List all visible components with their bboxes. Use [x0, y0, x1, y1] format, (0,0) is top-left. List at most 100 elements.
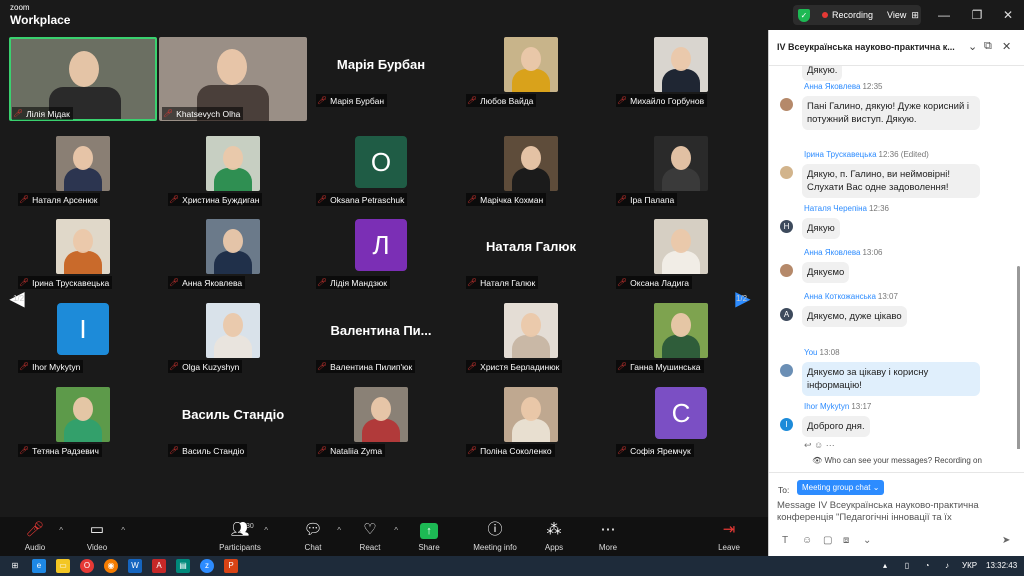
more-options-icon[interactable]: ⌄	[863, 535, 871, 546]
participant-tile[interactable]: 🎤︎ Іра Палапа	[606, 136, 756, 220]
participant-tile[interactable]: 🎤︎ Лілія Мідак	[8, 37, 158, 121]
zoom-icon[interactable]: z	[200, 559, 214, 573]
privacy-note[interactable]: 👁︎ Who can see your messages? Recording …	[769, 456, 1024, 465]
participant-tile[interactable]: Л 🎤︎ Лідія Мандзюк	[306, 219, 456, 303]
react-button[interactable]: ♡ React ^	[340, 520, 400, 552]
participant-video	[354, 387, 408, 442]
chat-button[interactable]: 💬︎ Chat ^	[283, 520, 343, 552]
participant-tile[interactable]: 🎤︎ Ганна Мушинська	[606, 303, 756, 387]
participant-tile[interactable]: Василь Стандіо 🎤︎ Василь Стандіо	[158, 387, 308, 471]
participant-tile[interactable]: 🎤︎ Михайло Горбунов	[606, 37, 756, 121]
apps-button[interactable]: ⁂ Apps	[524, 520, 584, 552]
participant-tile[interactable]: 🎤︎ Марічка Кохман	[456, 136, 606, 220]
participant-tile[interactable]: I 🎤︎ Ihor Mykytyn	[8, 303, 158, 387]
more-button[interactable]: ⋯ More	[578, 520, 638, 552]
minimize-icon[interactable]: —	[932, 6, 956, 24]
clock[interactable]: 13:32:43	[986, 561, 1017, 570]
sender-name[interactable]: Ірина Трускавецька	[804, 150, 877, 159]
send-icon[interactable]: ➤	[1002, 535, 1010, 546]
close-icon[interactable]: ✕	[996, 6, 1020, 24]
sender-name[interactable]: You	[804, 348, 818, 357]
message-input[interactable]: Message IV Всеукраїнська науково-практич…	[775, 498, 1015, 528]
sender-name[interactable]: Анна Коткожанська	[804, 292, 876, 301]
close-icon[interactable]: ✕	[1002, 40, 1011, 53]
participant-tile[interactable]: 🎤︎ Olga Kuzyshyn	[158, 303, 308, 387]
system-tray-icon[interactable]: ▴	[878, 559, 892, 573]
sender-name[interactable]: Ihor Mykytyn	[804, 402, 849, 411]
chevron-up-icon[interactable]: ^	[264, 526, 268, 535]
participant-name: Василь Стандіо	[182, 445, 245, 456]
recipient-dropdown[interactable]: Meeting group chat ⌄	[797, 480, 885, 495]
opera-icon[interactable]: O	[80, 559, 94, 573]
participant-tile[interactable]: 🎤︎ Христина Буждиган	[158, 136, 308, 220]
sender-name[interactable]: Анна Яковлева	[804, 82, 860, 91]
windows-start-icon[interactable]: ⊞	[8, 559, 22, 573]
participant-tile[interactable]: 🎤︎ Nataliia Zyma	[306, 387, 456, 471]
sender-avatar: A	[780, 308, 793, 321]
chevron-up-icon[interactable]: ^	[394, 526, 398, 535]
firefox-icon[interactable]: ◉	[104, 559, 118, 573]
video-button[interactable]: ▭ Video ^	[67, 520, 127, 552]
text-format-icon[interactable]: T	[782, 535, 788, 546]
participant-tile[interactable]: 🎤︎ Тетяна Радзевич	[8, 387, 158, 471]
message-actions[interactable]: ↩ ☺ ⋯	[804, 440, 835, 449]
share-button[interactable]: ↑ Share	[399, 520, 459, 552]
participant-name-label: 🎤︎ Oksana Petraschuk	[316, 193, 408, 206]
pop-out-icon[interactable]: ⧉	[984, 40, 992, 53]
edge-icon[interactable]: e	[32, 559, 46, 573]
volume-icon[interactable]: ♪	[940, 559, 954, 573]
participant-tile[interactable]: 🎤︎ Анна Яковлева	[158, 219, 308, 303]
leave-button[interactable]: ⇥ Leave	[699, 520, 759, 552]
participants-button[interactable]: 👥︎ 30 Participants ^	[210, 520, 270, 552]
chat-scrollbar[interactable]	[1017, 266, 1020, 449]
message-bubble: Доброго дня.	[802, 416, 870, 437]
chevron-up-icon[interactable]: ^	[59, 526, 63, 535]
participant-tile[interactable]: 🎤︎ Khatsevych Olha	[158, 37, 308, 121]
word-icon[interactable]: W	[128, 559, 142, 573]
participant-tile[interactable]: 🎤︎ Наталя Арсенюк	[8, 136, 158, 220]
participant-tile[interactable]: 🎤︎ Христя Берладинюк	[456, 303, 606, 387]
view-button[interactable]: View	[887, 10, 906, 20]
screenshot-icon[interactable]: ⧈	[843, 535, 849, 546]
meeting-info-button[interactable]: ⓘ Meeting info	[465, 520, 525, 552]
participant-video	[206, 136, 260, 191]
network-icon[interactable]: ▯	[900, 559, 914, 573]
app-icon[interactable]: ▤	[176, 559, 190, 573]
sender-name[interactable]: Анна Яковлева	[804, 248, 860, 257]
grid-view-icon[interactable]: ⊞	[911, 10, 919, 21]
restore-icon[interactable]: ❐	[965, 6, 989, 24]
file-icon[interactable]: ▢	[823, 535, 832, 546]
participant-name: Khatsevych Olha	[176, 108, 241, 119]
participant-tile[interactable]: C 🎤︎ Софія Яремчук	[606, 387, 756, 471]
audio-button[interactable]: 🎤︎ Audio ^	[5, 520, 65, 552]
participant-video	[206, 303, 260, 358]
participant-tile[interactable]: Марія Бурбан 🎤︎ Марія Бурбан	[306, 37, 456, 121]
sender-name[interactable]: Наталя Черепіна	[804, 204, 867, 213]
participant-name: Ірина Трускавецька	[32, 277, 110, 288]
person-silhouette	[214, 168, 252, 191]
participant-tile[interactable]: Наталя Галюк 🎤︎ Наталя Галюк	[456, 219, 606, 303]
participant-tile[interactable]: Валентина Пи... 🎤︎ Валентина Пилип'юк	[306, 303, 456, 387]
participant-tile[interactable]: 🎤︎ Ірина Трускавецька	[8, 219, 158, 303]
language-indicator[interactable]: УКР	[962, 561, 977, 570]
emoji-icon[interactable]: ☺	[802, 535, 812, 546]
folder-icon[interactable]: ▭	[56, 559, 70, 573]
more-label: More	[598, 543, 618, 552]
sender-avatar: H	[780, 220, 793, 233]
mic-muted-icon: 🎤︎	[467, 446, 478, 455]
participant-tile[interactable]: 🎤︎ Оксана Ладига	[606, 219, 756, 303]
participant-name-label: 🎤︎ Христя Берладинюк	[466, 360, 563, 373]
powerpoint-icon[interactable]: P	[224, 559, 238, 573]
security-shield-icon[interactable]: ✓	[798, 8, 810, 22]
wifi-icon[interactable]: ◔	[920, 559, 934, 573]
chevron-up-icon[interactable]: ^	[121, 526, 125, 535]
participant-tile[interactable]: O 🎤︎ Oksana Petraschuk	[306, 136, 456, 220]
participant-tile[interactable]: 🎤︎ Любов Вайда	[456, 37, 606, 121]
participant-tile[interactable]: 🎤︎ Поліна Соколенко	[456, 387, 606, 471]
chat-message-list[interactable]: Дякую. Анна Яковлева 12:35 Пані Галино, дя…	[769, 66, 1024, 449]
chevron-down-icon[interactable]: ⌄	[968, 40, 977, 53]
participant-display-name: Наталя Галюк	[486, 239, 576, 254]
recording-label[interactable]: Recording	[832, 10, 873, 20]
video-label: Video	[86, 543, 108, 552]
pdf-icon[interactable]: A	[152, 559, 166, 573]
